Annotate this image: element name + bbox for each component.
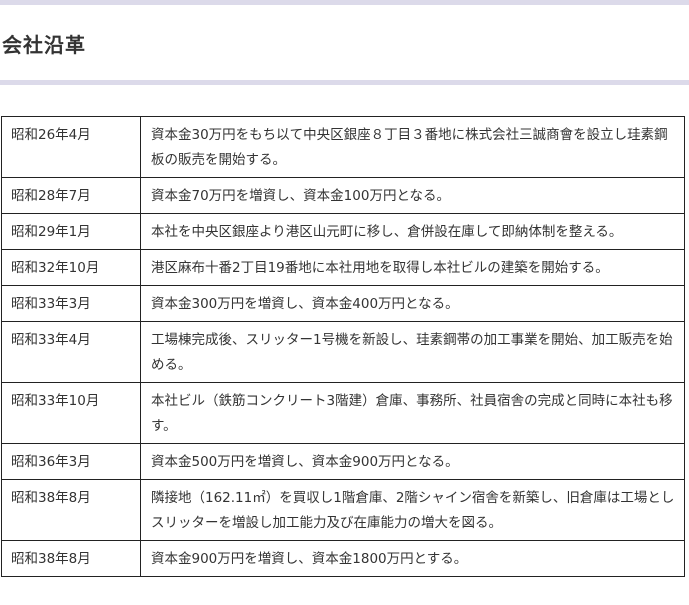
- top-divider: [0, 0, 689, 5]
- history-date: 昭和33年10月: [1, 382, 141, 444]
- history-date: 昭和38年8月: [1, 479, 141, 541]
- page-title: 会社沿革: [2, 33, 86, 57]
- table-row: 昭和26年4月 資本金30万円をもち以て中央区銀座８丁目３番地に株式会社三誠商會…: [1, 116, 685, 178]
- history-event: 資本金900万円を増資し、資本金1800万円とする。: [140, 540, 685, 577]
- table-row: 昭和33年10月 本社ビル（鉄筋コンクリート3階建）倉庫、事務所、社員宿舎の完成…: [1, 382, 685, 444]
- history-date: 昭和36年3月: [1, 443, 141, 480]
- history-event: 港区麻布十番2丁目19番地に本社用地を取得し本社ビルの建築を開始する。: [140, 249, 685, 286]
- table-row: 昭和33年3月 資本金300万円を増資し、資本金400万円となる。: [1, 285, 685, 322]
- history-date: 昭和38年8月: [1, 540, 141, 577]
- history-event: 工場棟完成後、スリッター1号機を新設し、珪素鋼帯の加工事業を開始、加工販売を始め…: [140, 321, 685, 383]
- history-event: 本社ビル（鉄筋コンクリート3階建）倉庫、事務所、社員宿舎の完成と同時に本社も移す…: [140, 382, 685, 444]
- history-date: 昭和26年4月: [1, 116, 141, 178]
- table-row: 昭和29年1月 本社を中央区銀座より港区山元町に移し、倉併設在庫して即納体制を整…: [1, 213, 685, 250]
- history-event: 資本金30万円をもち以て中央区銀座８丁目３番地に株式会社三誠商會を設立し珪素鋼板…: [140, 116, 685, 178]
- table-row: 昭和38年8月 資本金900万円を増資し、資本金1800万円とする。: [1, 540, 685, 577]
- history-date: 昭和33年4月: [1, 321, 141, 383]
- title-underline: [0, 80, 689, 85]
- history-event: 資本金70万円を増資し、資本金100万円となる。: [140, 177, 685, 214]
- history-date: 昭和33年3月: [1, 285, 141, 322]
- table-row: 昭和36年3月 資本金500万円を増資し、資本金900万円となる。: [1, 443, 685, 480]
- history-event: 本社を中央区銀座より港区山元町に移し、倉併設在庫して即納体制を整える。: [140, 213, 685, 250]
- table-row: 昭和32年10月 港区麻布十番2丁目19番地に本社用地を取得し本社ビルの建築を開…: [1, 249, 685, 286]
- history-event: 隣接地（162.11㎡）を買収し1階倉庫、2階シャイン宿舎を新築し、旧倉庫は工場…: [140, 479, 685, 541]
- company-history-table: 昭和26年4月 資本金30万円をもち以て中央区銀座８丁目３番地に株式会社三誠商會…: [1, 116, 685, 577]
- history-event: 資本金500万円を増資し、資本金900万円となる。: [140, 443, 685, 480]
- table-row: 昭和33年4月 工場棟完成後、スリッター1号機を新設し、珪素鋼帯の加工事業を開始…: [1, 321, 685, 383]
- history-date: 昭和28年7月: [1, 177, 141, 214]
- history-date: 昭和32年10月: [1, 249, 141, 286]
- table-row: 昭和28年7月 資本金70万円を増資し、資本金100万円となる。: [1, 177, 685, 214]
- history-date: 昭和29年1月: [1, 213, 141, 250]
- table-row: 昭和38年8月 隣接地（162.11㎡）を買収し1階倉庫、2階シャイン宿舎を新築…: [1, 479, 685, 541]
- history-event: 資本金300万円を増資し、資本金400万円となる。: [140, 285, 685, 322]
